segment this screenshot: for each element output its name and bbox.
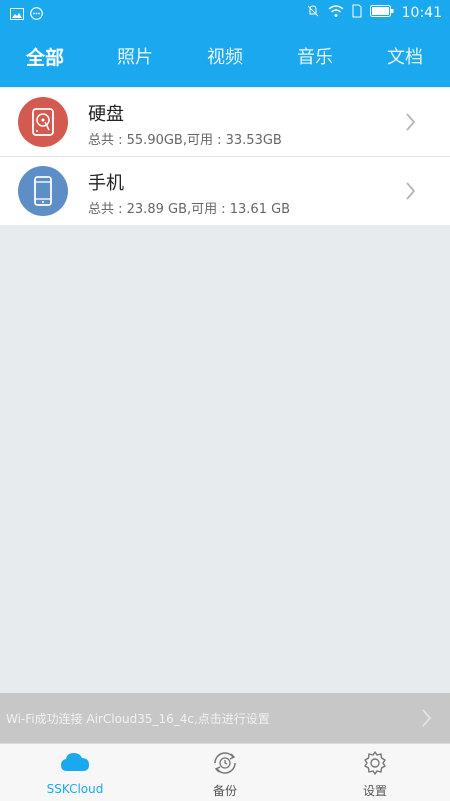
- tab-videos[interactable]: 视频: [207, 43, 243, 69]
- status-left-icons: [10, 5, 43, 24]
- storage-capacity: 总共 : 23.89 GB,可用 : 13.61 GB: [88, 202, 291, 217]
- nav-backup[interactable]: 备份: [150, 744, 300, 801]
- status-right-icons: 10:41: [306, 4, 442, 22]
- category-tabs: 全部 照片 视频 音乐 文档: [0, 27, 450, 87]
- cloud-icon: [60, 750, 90, 778]
- nav-settings[interactable]: 设置: [300, 744, 450, 801]
- chevron-right-icon: [406, 182, 416, 200]
- storage-item-harddisk[interactable]: 硬盘 总共 : 55.90GB,可用 : 33.53GB: [0, 88, 450, 157]
- storage-item-phone[interactable]: 手机 总共 : 23.89 GB,可用 : 13.61 GB: [0, 157, 450, 225]
- chevron-right-icon: [422, 709, 432, 731]
- mute-icon: [306, 4, 320, 22]
- wifi-icon: [328, 4, 344, 22]
- sim-icon: [352, 4, 362, 22]
- chevron-right-icon: [406, 113, 416, 131]
- bottom-navigation: SSKCloud 备份 设置: [0, 743, 450, 801]
- status-time: 10:41: [401, 5, 442, 21]
- storage-list: 硬盘 总共 : 55.90GB,可用 : 33.53GB 手机 总共 : 23.…: [0, 88, 450, 225]
- tab-all[interactable]: 全部: [26, 43, 64, 70]
- storage-title: 手机: [88, 173, 124, 194]
- tab-photos[interactable]: 照片: [117, 43, 153, 69]
- gear-icon: [362, 750, 388, 780]
- wifi-connection-banner[interactable]: Wi-Fi成功连接 AirCloud35_16_4c,点击进行设置: [0, 693, 450, 743]
- nav-label: 设置: [362, 784, 387, 798]
- storage-capacity: 总共 : 55.90GB,可用 : 33.53GB: [88, 133, 282, 148]
- tab-documents[interactable]: 文档: [387, 43, 423, 69]
- phone-icon: [18, 166, 68, 216]
- status-bar: 10:41: [0, 0, 450, 27]
- storage-title: 硬盘: [88, 104, 124, 125]
- battery-icon: [369, 5, 394, 21]
- wifi-banner-text: Wi-Fi成功连接 AirCloud35_16_4c,点击进行设置: [6, 712, 270, 726]
- nav-label: 备份: [212, 784, 237, 798]
- hard-disk-icon: [18, 97, 68, 147]
- nav-sskcloud[interactable]: SSKCloud: [0, 744, 150, 801]
- image-icon: [10, 5, 24, 24]
- backup-icon: [211, 750, 239, 780]
- tab-music[interactable]: 音乐: [297, 43, 333, 69]
- nav-label: SSKCloud: [46, 782, 104, 796]
- dots-icon: [30, 5, 43, 24]
